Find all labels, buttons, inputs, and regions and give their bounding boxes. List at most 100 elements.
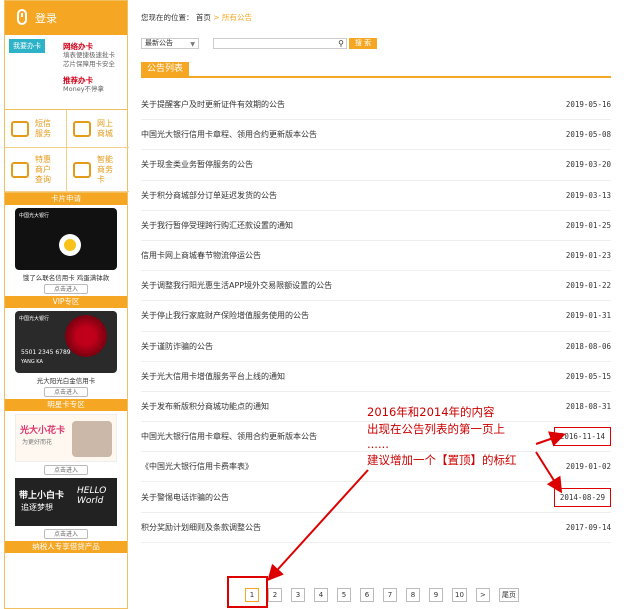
recommend-apply-desc: Money不停拿: [63, 85, 105, 93]
notice-date: 2019-01-23: [565, 251, 611, 261]
page-8[interactable]: 8: [406, 588, 420, 602]
envelope-icon: [11, 120, 29, 137]
notice-title[interactable]: 积分奖励计划细则及条款调整公告: [141, 522, 261, 533]
annotation-line-4: 建议增加一个【置顶】的标红: [367, 453, 517, 467]
notice-date: 2019-05-16: [565, 100, 611, 110]
login-label: 登录: [35, 12, 57, 25]
notice-title[interactable]: 信用卡网上商城春节物流停运公告: [141, 250, 261, 261]
notice-title[interactable]: 关于积分商城部分订单延迟发货的公告: [141, 190, 277, 201]
breadcrumb-prefix: 您现在的位置：: [141, 13, 194, 22]
notice-title[interactable]: 关于停止我行家庭财产保险增值服务使用的公告: [141, 310, 309, 321]
search-input[interactable]: ⚲: [213, 38, 347, 49]
list-item[interactable]: 关于光大信用卡增值服务平台上线的通知 2019-05-15: [141, 362, 611, 392]
page-2[interactable]: 2: [268, 588, 282, 602]
grid-item-smart-card[interactable]: 智能商务卡: [67, 148, 129, 192]
notice-date: 2019-03-13: [565, 190, 611, 200]
notice-title[interactable]: 关于现金类业务暂停服务的公告: [141, 159, 253, 170]
page-5[interactable]: 5: [337, 588, 351, 602]
notice-date: 2018-08-06: [565, 341, 611, 351]
sidebar: 登录 我要办卡 网络办卡 填表便捷极速批卡 芯片保障用卡安全 推荐办卡 Mone…: [4, 0, 129, 609]
page-9[interactable]: 9: [429, 588, 443, 602]
list-item[interactable]: 中国光大银行信用卡章程、领用合约更新版本公告 2019-05-08: [141, 120, 611, 151]
page-4[interactable]: 4: [314, 588, 328, 602]
notice-title[interactable]: 中国光大银行信用卡章程、领用合约更新版本公告: [141, 129, 317, 140]
list-item[interactable]: 关于谨防诈骗的公告 2018-08-06: [141, 332, 611, 362]
smart-card-icon: [73, 161, 91, 178]
page-6[interactable]: 6: [360, 588, 374, 602]
list-item[interactable]: 关于现金类业务暂停服务的公告 2019-03-20: [141, 150, 611, 181]
star2-sub: 追逐梦想: [21, 503, 53, 512]
apply-section: 我要办卡 网络办卡 填表便捷极速批卡 芯片保障用卡安全 推荐办卡 Money不停…: [5, 35, 127, 110]
grid-item-sms[interactable]: 短信服务: [5, 110, 67, 148]
grid-label: 特惠商户查询: [35, 154, 51, 184]
notice-title[interactable]: 关于发布新版积分商城功能点的通知: [141, 401, 269, 412]
list-item[interactable]: 关于警惕电话诈骗的公告 2014-08-29: [141, 482, 611, 513]
notice-date: 2018-08-31: [565, 401, 611, 411]
page-10[interactable]: 10: [452, 588, 467, 602]
online-apply-desc-1: 填表便捷极速批卡: [63, 51, 115, 59]
star1-sub: 为更好而花: [22, 439, 53, 446]
card1-caption: 饿了么联名信用卡 鸡蛋满钵款: [22, 274, 110, 282]
breadcrumb-home[interactable]: 首页: [196, 13, 211, 22]
star2-title: 带上小白卡: [19, 491, 65, 501]
notice-title[interactable]: 关于光大信用卡增值服务平台上线的通知: [141, 371, 285, 382]
annotation-line-3: ......: [367, 437, 389, 451]
star2-enter-button[interactable]: 点击进入: [44, 529, 88, 539]
list-item[interactable]: 关于提醒客户及时更新证件有效期的公告 2019-05-16: [141, 90, 611, 121]
small-white-card-banner[interactable]: 带上小白卡 追逐梦想 HELLO World: [15, 478, 117, 526]
grid-item-merchant[interactable]: 特惠商户查询: [5, 148, 67, 192]
annotation-line-2: 出现在公告列表的第一页上: [367, 422, 505, 436]
notice-title[interactable]: 关于我行暂停受理跨行购汇还款设置的通知: [141, 220, 293, 231]
next-page-button[interactable]: >: [475, 588, 490, 602]
list-item[interactable]: 关于积分商城部分订单延迟发货的公告 2019-03-13: [141, 181, 611, 211]
star1-title: 光大小花卡: [20, 426, 66, 436]
search-button[interactable]: 搜 索: [349, 38, 377, 49]
notice-date: 2017-09-14: [565, 522, 611, 532]
sunshine-card-image[interactable]: 中国光大银行 5501 2345 6789 YANG KA: [15, 311, 117, 373]
notice-title[interactable]: 关于调整我行阳光惠生活APP境外交易限额设置的公告: [141, 280, 332, 291]
card-apply-header: 卡片申请: [5, 193, 127, 205]
card-number: 5501 2345 6789: [21, 349, 71, 356]
card-holder: YANG KA: [21, 359, 43, 365]
egg-icon: [59, 234, 81, 256]
star1-enter-button[interactable]: 点击进入: [44, 465, 88, 475]
notice-date: 2019-05-08: [565, 130, 611, 140]
card2-enter-button[interactable]: 点击进入: [44, 387, 88, 397]
page-3[interactable]: 3: [291, 588, 305, 602]
notice-title[interactable]: 中国光大银行信用卡章程、领用合约更新版本公告: [141, 431, 317, 442]
annotation-line-1: 2016年和2014年的内容: [367, 405, 495, 419]
notice-date-highlighted: 2016-11-14: [553, 427, 611, 447]
card1-enter-button[interactable]: 点击进入: [44, 284, 88, 294]
last-page-button[interactable]: 尾页: [498, 588, 519, 602]
list-item[interactable]: 关于我行暂停受理跨行购汇还款设置的通知 2019-01-25: [141, 211, 611, 241]
list-item[interactable]: 信用卡网上商城春节物流停运公告 2019-01-23: [141, 241, 611, 272]
notice-date: 2019-05-15: [565, 371, 611, 381]
notice-date: 2019-01-25: [565, 220, 611, 230]
search-icon: ⚲: [338, 39, 344, 48]
grid-label: 智能商务卡: [97, 154, 113, 184]
breadcrumb: 您现在的位置： 首页 > 所有公告: [141, 12, 252, 23]
notice-date: 2019-01-02: [565, 462, 611, 472]
breadcrumb-current: 所有公告: [221, 13, 252, 22]
list-item[interactable]: 关于停止我行家庭财产保险增值服务使用的公告 2019-01-31: [141, 301, 611, 332]
card2-caption: 光大阳光白金信用卡: [36, 377, 96, 385]
list-item[interactable]: 关于调整我行阳光惠生活APP境外交易限额设置的公告 2019-01-22: [141, 271, 611, 302]
page-7[interactable]: 7: [383, 588, 397, 602]
eleme-card-image[interactable]: 中国光大银行: [15, 208, 117, 270]
notice-title[interactable]: 《中国光大银行信用卡费率表》: [141, 461, 253, 472]
small-flower-card-banner[interactable]: 光大小花卡 为更好而花: [15, 414, 117, 462]
phone-icon: [17, 9, 27, 25]
online-apply-desc-2: 芯片保障用卡安全: [63, 60, 115, 68]
notice-type-select[interactable]: 最新公告 ▼: [141, 38, 199, 49]
apply-tag: 我要办卡: [9, 39, 45, 53]
login-button[interactable]: 登录: [5, 1, 127, 35]
pagination: 1 2 3 4 5 6 7 8 9 10 > 尾页: [245, 588, 528, 602]
grid-item-mall[interactable]: 网上商城: [67, 110, 129, 148]
notice-title[interactable]: 关于警惕电话诈骗的公告: [141, 492, 229, 503]
cart-icon: [73, 120, 91, 137]
list-item[interactable]: 积分奖励计划细则及条款调整公告 2017-09-14: [141, 513, 611, 543]
grid-label: 短信服务: [35, 118, 51, 138]
notice-title[interactable]: 关于谨防诈骗的公告: [141, 341, 213, 352]
notice-title[interactable]: 关于提醒客户及时更新证件有效期的公告: [141, 99, 285, 110]
notice-list: 关于提醒客户及时更新证件有效期的公告 2019-05-16 中国光大银行信用卡章程…: [141, 90, 611, 543]
